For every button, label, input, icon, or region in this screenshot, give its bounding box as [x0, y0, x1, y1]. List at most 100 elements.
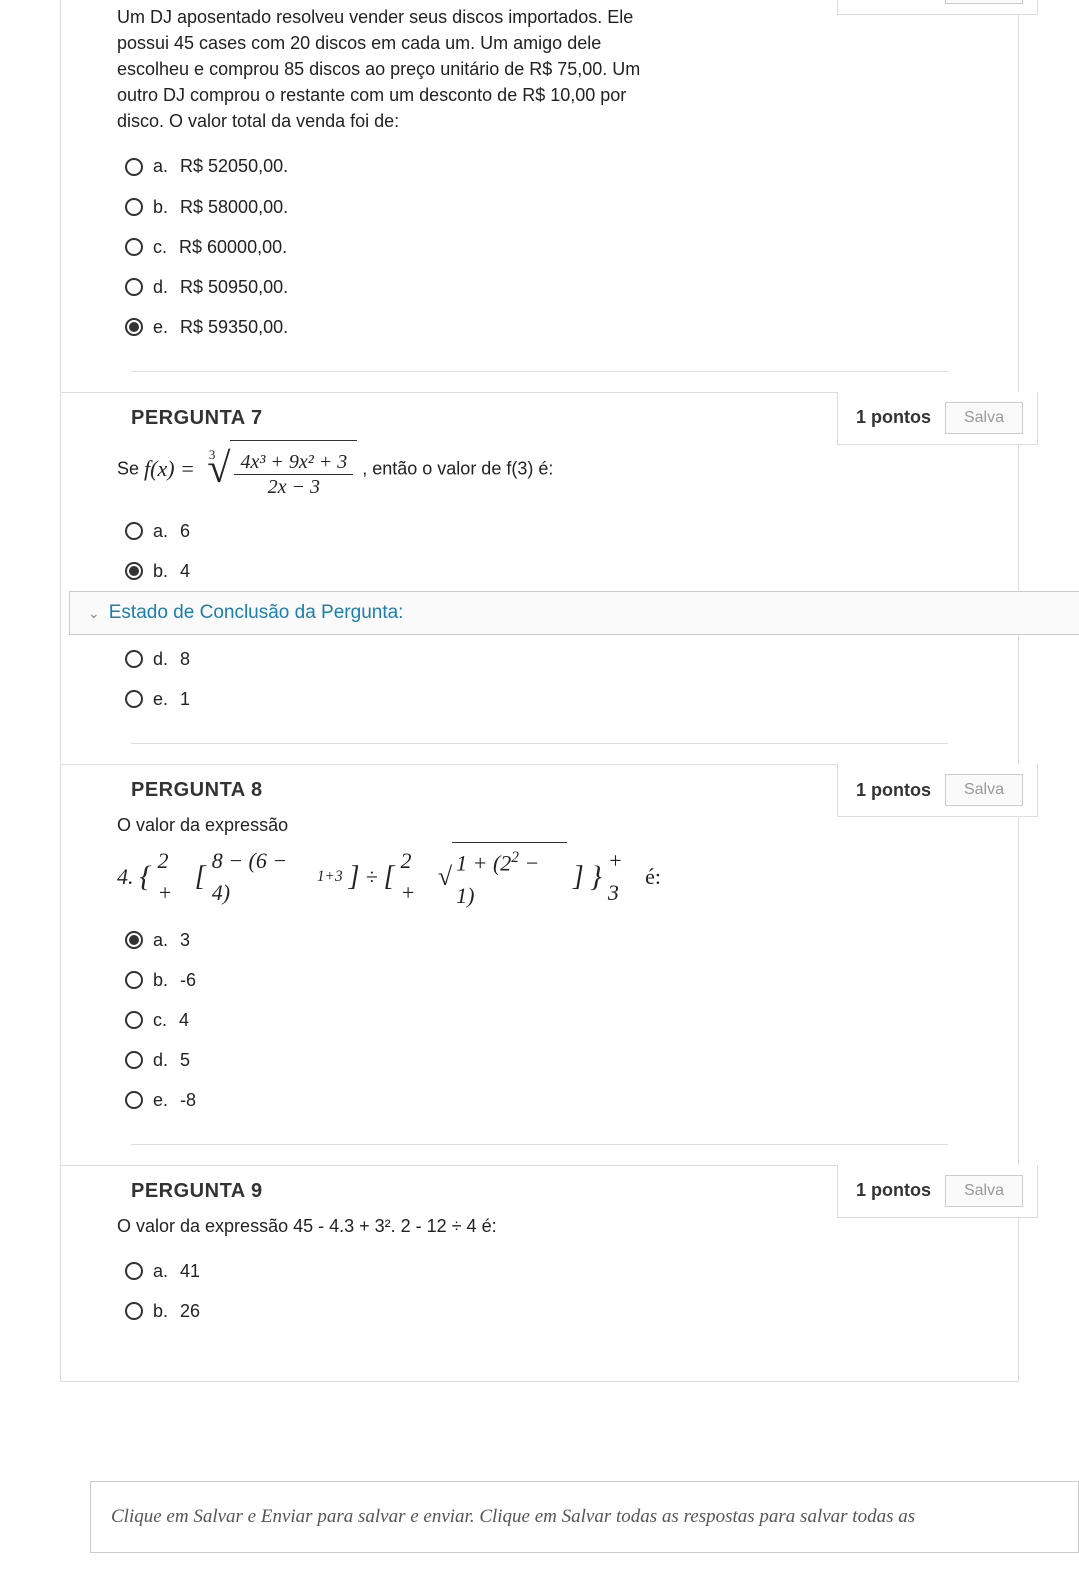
question-title: PERGUNTA 7: [131, 407, 263, 430]
option-letter: a.: [153, 927, 168, 953]
option-text: 6: [180, 518, 190, 544]
question-text: O valor da expressão 45 - 4.3 + 3². 2 - …: [117, 1213, 661, 1239]
formula-lhs: f(x) =: [144, 453, 195, 485]
radio-button[interactable]: [125, 931, 143, 949]
radio-button[interactable]: [125, 278, 143, 296]
radio-button[interactable]: [125, 650, 143, 668]
completion-status-bar[interactable]: ⌄ Estado de Conclusão da Pergunta:: [69, 591, 1079, 635]
option-letter: b.: [153, 194, 168, 220]
option-row[interactable]: a. 6: [117, 511, 661, 551]
option-letter: b.: [153, 1298, 168, 1324]
option-text: 1: [180, 686, 190, 712]
save-button[interactable]: Salva: [945, 774, 1023, 806]
chevron-down-icon: ⌄: [88, 605, 100, 621]
fraction-numerator: 4x³ + 9x² + 3: [234, 450, 353, 475]
option-row[interactable]: e. 1: [117, 679, 661, 719]
option-letter: d.: [153, 646, 168, 672]
root-index: 3: [209, 446, 216, 465]
options-list: a. 6 b. 4: [117, 511, 661, 591]
divider: [131, 743, 948, 744]
question-6-block: 1 pontos Salva PERGUNTA 6 Um DJ aposenta…: [61, 0, 1018, 392]
option-row[interactable]: d. 5: [117, 1040, 661, 1080]
question-meta: 1 pontos Salva: [837, 764, 1038, 817]
option-row[interactable]: e. -8: [117, 1080, 661, 1120]
option-letter: a.: [153, 518, 168, 544]
math-expression: 4.{2 + [8 − (6 − 4)1+3] ÷ [2 + √1 + (22 …: [117, 842, 661, 911]
save-button[interactable]: Salva: [945, 1175, 1023, 1207]
points-label: 1 pontos: [856, 407, 931, 428]
option-row[interactable]: a. R$ 52050,00.: [117, 146, 661, 186]
option-letter: a.: [153, 153, 168, 179]
options-list: d. 8 e. 1: [117, 639, 661, 719]
question-meta: 1 pontos Salva: [837, 392, 1038, 445]
radio-button[interactable]: [125, 318, 143, 336]
question-9-block: 1 pontos Salva PERGUNTA 9 O valor da exp…: [61, 1165, 1018, 1351]
option-letter: d.: [153, 1047, 168, 1073]
radio-button[interactable]: [125, 1011, 143, 1029]
option-letter: e.: [153, 1087, 168, 1113]
radio-button[interactable]: [125, 198, 143, 216]
option-text: R$ 58000,00.: [180, 194, 288, 220]
option-letter: d.: [153, 274, 168, 300]
option-letter: e.: [153, 686, 168, 712]
radio-button[interactable]: [125, 971, 143, 989]
radio-button[interactable]: [125, 238, 143, 256]
option-row[interactable]: a. 3: [117, 920, 661, 960]
question-meta: 1 pontos Salva: [837, 1165, 1038, 1218]
text-suffix: , então o valor de f(3) é:: [362, 458, 553, 478]
text-prefix: Se: [117, 458, 144, 478]
radio-button[interactable]: [125, 522, 143, 540]
option-text: 3: [180, 927, 190, 953]
options-list: a. R$ 52050,00. b. R$ 58000,00. c. R$ 60000,0…: [117, 146, 661, 346]
radio-button[interactable]: [125, 1051, 143, 1069]
question-7-block: 1 pontos Salva PERGUNTA 7 Se f(x) = 3 √: [61, 392, 1018, 764]
points-label: 1 pontos: [856, 780, 931, 801]
option-text: 5: [180, 1047, 190, 1073]
option-row[interactable]: c.4: [117, 1000, 661, 1040]
option-letter: c.: [153, 1007, 167, 1033]
option-row[interactable]: b. 4: [117, 551, 661, 591]
question-text-line1: O valor da expressão: [117, 812, 661, 838]
radio-button[interactable]: [125, 1262, 143, 1280]
radio-button[interactable]: [125, 562, 143, 580]
option-text: 8: [180, 646, 190, 672]
option-text: 26: [180, 1298, 200, 1324]
option-letter: b.: [153, 558, 168, 584]
question-text: Se f(x) = 3 √ 4x³ + 9x² + 3 2x − 3: [117, 440, 661, 499]
option-row[interactable]: b.-6: [117, 960, 661, 1000]
options-list: a. 41 b. 26: [117, 1251, 661, 1331]
radio-button[interactable]: [125, 690, 143, 708]
option-letter: e.: [153, 314, 168, 340]
option-row[interactable]: b. 26: [117, 1291, 661, 1331]
options-list: a. 3 b.-6c.4 d. 5 e. -8: [117, 920, 661, 1120]
save-button[interactable]: Salva: [945, 0, 1023, 4]
option-text: R$ 50950,00.: [180, 274, 288, 300]
option-letter: a.: [153, 1258, 168, 1284]
option-text: -8: [180, 1087, 196, 1113]
footer-instruction: Clique em Salvar e Enviar para salvar e …: [90, 1481, 1079, 1553]
question-8-block: 1 pontos Salva PERGUNTA 8 O valor da exp…: [61, 764, 1018, 1165]
fraction-denominator: 2x − 3: [262, 475, 326, 499]
points-label: 1 pontos: [856, 1180, 931, 1201]
option-text: R$ 59350,00.: [180, 314, 288, 340]
option-row[interactable]: d. 8: [117, 639, 661, 679]
option-text: 4: [180, 558, 190, 584]
question-title: PERGUNTA 9: [131, 1180, 263, 1203]
radio-button[interactable]: [125, 1302, 143, 1320]
option-text: R$ 52050,00.: [180, 153, 288, 179]
question-title: PERGUNTA 8: [131, 779, 263, 802]
option-text: 41: [180, 1258, 200, 1284]
radio-button[interactable]: [125, 158, 143, 176]
option-text: R$ 60000,00.: [179, 234, 287, 260]
radio-button[interactable]: [125, 1091, 143, 1109]
divider: [131, 1144, 948, 1145]
option-row[interactable]: d. R$ 50950,00.: [117, 267, 661, 307]
option-text: -6: [180, 967, 196, 993]
option-row[interactable]: e. R$ 59350,00.: [117, 307, 661, 347]
save-button[interactable]: Salva: [945, 402, 1023, 434]
option-letter: c.: [153, 234, 167, 260]
completion-status-link[interactable]: Estado de Conclusão da Pergunta:: [109, 602, 404, 623]
option-row[interactable]: c. R$ 60000,00.: [117, 227, 661, 267]
option-row[interactable]: b. R$ 58000,00.: [117, 187, 661, 227]
option-row[interactable]: a. 41: [117, 1251, 661, 1291]
